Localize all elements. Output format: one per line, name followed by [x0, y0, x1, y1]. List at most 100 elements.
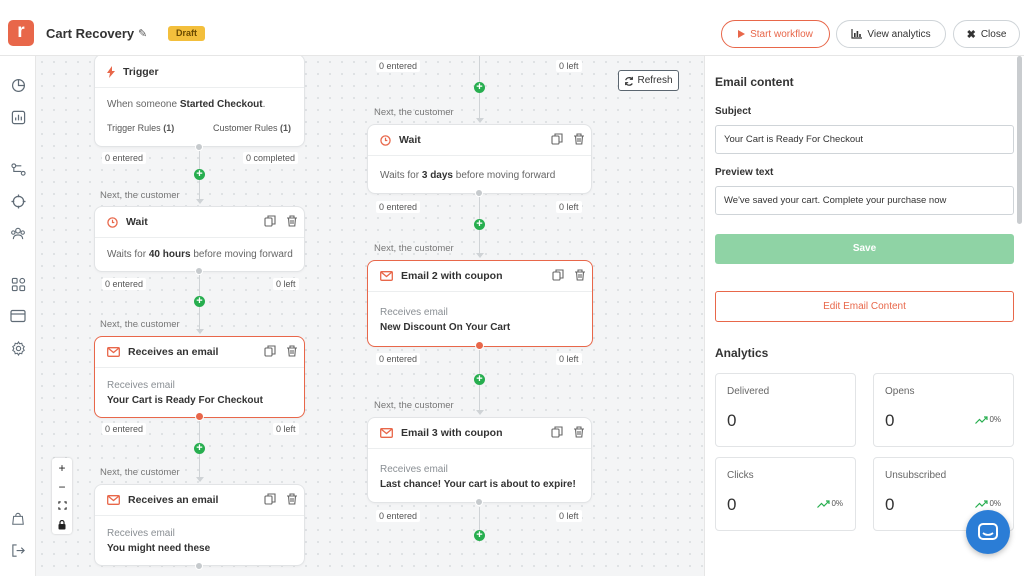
col2-entered-count: 0 entered [376, 60, 421, 72]
email-card-might-need[interactable]: Receives an email Receives email You mig… [94, 484, 305, 566]
bar-chart-icon[interactable] [9, 108, 27, 126]
add-step-button[interactable]: + [474, 219, 485, 230]
email-sub-label: Receives email [380, 464, 448, 475]
connector-dot[interactable] [475, 498, 483, 506]
email-card-cart-ready[interactable]: Receives an email Receives email Your Ca… [94, 336, 305, 418]
stat-trend: 0% [975, 499, 1001, 508]
customer-rules-label: Customer Rules [213, 123, 278, 133]
lock-icon[interactable] [52, 515, 72, 534]
add-step-button[interactable]: + [194, 296, 205, 307]
wait-title: Wait [399, 134, 421, 146]
wait-description: Waits for 3 days before moving forward [380, 168, 581, 183]
connector-dot-active[interactable] [195, 412, 204, 421]
analytics-title: Analytics [715, 346, 769, 360]
trash-icon[interactable] [286, 493, 298, 505]
connector-dot[interactable] [195, 143, 203, 151]
settings-gear-icon[interactable] [9, 339, 27, 357]
add-step-button[interactable]: + [474, 530, 485, 541]
close-button[interactable]: ✖ Close [953, 20, 1020, 48]
audience-icon[interactable] [9, 224, 27, 242]
copy-icon[interactable] [552, 269, 564, 281]
target-icon[interactable] [9, 192, 27, 210]
logout-icon[interactable] [9, 541, 27, 559]
add-step-button[interactable]: + [194, 169, 205, 180]
pie-chart-icon[interactable] [9, 76, 27, 94]
email-title: Email 2 with coupon [401, 270, 503, 282]
start-workflow-button[interactable]: Start workflow [721, 20, 830, 48]
email-sub-label: Receives email [107, 380, 175, 391]
play-icon [738, 30, 746, 38]
clock-icon [107, 216, 118, 228]
card-icon[interactable] [9, 307, 27, 325]
email-title: Email 3 with coupon [401, 427, 503, 439]
close-icon: ✖ [966, 28, 976, 41]
trigger-rules[interactable]: Trigger Rules (1) [107, 123, 174, 133]
copy-icon[interactable] [551, 426, 563, 438]
copy-icon[interactable] [551, 133, 563, 145]
stat-value: 0 [727, 495, 737, 514]
copy-icon[interactable] [264, 215, 276, 227]
workflow-icon[interactable] [9, 160, 27, 178]
apps-grid-icon[interactable] [9, 275, 27, 293]
connector-arrow [196, 329, 204, 334]
trigger-card[interactable]: Trigger When someone Started Checkout. T… [94, 56, 305, 147]
email-sub-label: Receives email [107, 528, 175, 539]
chat-launcher-button[interactable] [966, 510, 1010, 554]
refresh-label: Refresh [637, 75, 673, 86]
card-actions [552, 269, 586, 281]
trash-icon[interactable] [574, 269, 586, 281]
subject-field[interactable]: Your Cart is Ready For Checkout [715, 125, 1014, 154]
save-button[interactable]: Save [715, 234, 1014, 264]
view-analytics-label: View analytics [867, 28, 931, 40]
connector-arrow [476, 253, 484, 258]
connector-dot[interactable] [475, 189, 483, 197]
app-logo[interactable]: r [8, 20, 34, 46]
connector-dot[interactable] [195, 562, 203, 570]
refresh-button[interactable]: Refresh [618, 70, 679, 91]
close-label: Close [980, 28, 1007, 40]
top-bar: r Cart Recovery ✎ Draft Start workflow V… [0, 0, 1024, 56]
edit-email-content-button[interactable]: Edit Email Content [715, 291, 1014, 322]
stat-trend: 0% [975, 415, 1001, 424]
card-actions [264, 493, 298, 505]
view-analytics-button[interactable]: View analytics [836, 20, 946, 48]
start-workflow-label: Start workflow [750, 28, 813, 40]
email-name: New Discount On Your Cart [380, 322, 511, 333]
copy-icon[interactable] [264, 493, 276, 505]
email-body: Receives email Your Cart is Ready For Ch… [107, 378, 294, 408]
email-card-coupon-3[interactable]: Email 3 with coupon Receives email Last … [367, 417, 592, 503]
wait-title: Wait [126, 216, 148, 228]
zoom-out-button[interactable]: − [52, 477, 72, 496]
add-step-button[interactable]: + [194, 443, 205, 454]
customer-rules[interactable]: Customer Rules (1) [213, 123, 291, 133]
next-label: Next, the customer [100, 319, 180, 330]
trash-icon[interactable] [286, 345, 298, 357]
email-title: Receives an email [128, 346, 219, 358]
trash-icon[interactable] [286, 215, 298, 227]
trigger-desc-suffix: . [262, 99, 266, 110]
workflow-title: Cart Recovery [46, 26, 135, 41]
add-step-button[interactable]: + [474, 82, 485, 93]
preview-text-field[interactable]: We've saved your cart. Complete your pur… [715, 186, 1014, 215]
panel-scrollbar[interactable] [1017, 56, 1022, 224]
connector-dot[interactable] [195, 267, 203, 275]
connector-dot-active[interactable] [475, 341, 484, 350]
fit-view-icon[interactable] [52, 496, 72, 515]
pencil-icon[interactable]: ✎ [138, 27, 147, 40]
wait-duration: 40 hours [148, 249, 191, 260]
trash-icon[interactable] [573, 133, 585, 145]
email2-entered-count: 0 entered [376, 353, 421, 365]
workflow-canvas[interactable]: Trigger When someone Started Checkout. T… [36, 56, 704, 576]
email-card-coupon-2[interactable]: Email 2 with coupon Receives email New D… [367, 260, 593, 347]
add-step-button[interactable]: + [474, 374, 485, 385]
preview-text-label: Preview text [715, 167, 774, 178]
email-title: Receives an email [128, 494, 219, 506]
next-label: Next, the customer [374, 400, 454, 411]
wait-card-40-hours[interactable]: Wait Waits for 40 hours before moving fo… [94, 206, 305, 272]
zoom-in-button[interactable]: + [52, 458, 72, 477]
trash-icon[interactable] [573, 426, 585, 438]
stat-label: Clicks [727, 470, 754, 481]
shop-icon[interactable] [9, 510, 27, 528]
wait-card-3-days[interactable]: Wait Waits for 3 days before moving forw… [367, 124, 592, 194]
copy-icon[interactable] [264, 345, 276, 357]
